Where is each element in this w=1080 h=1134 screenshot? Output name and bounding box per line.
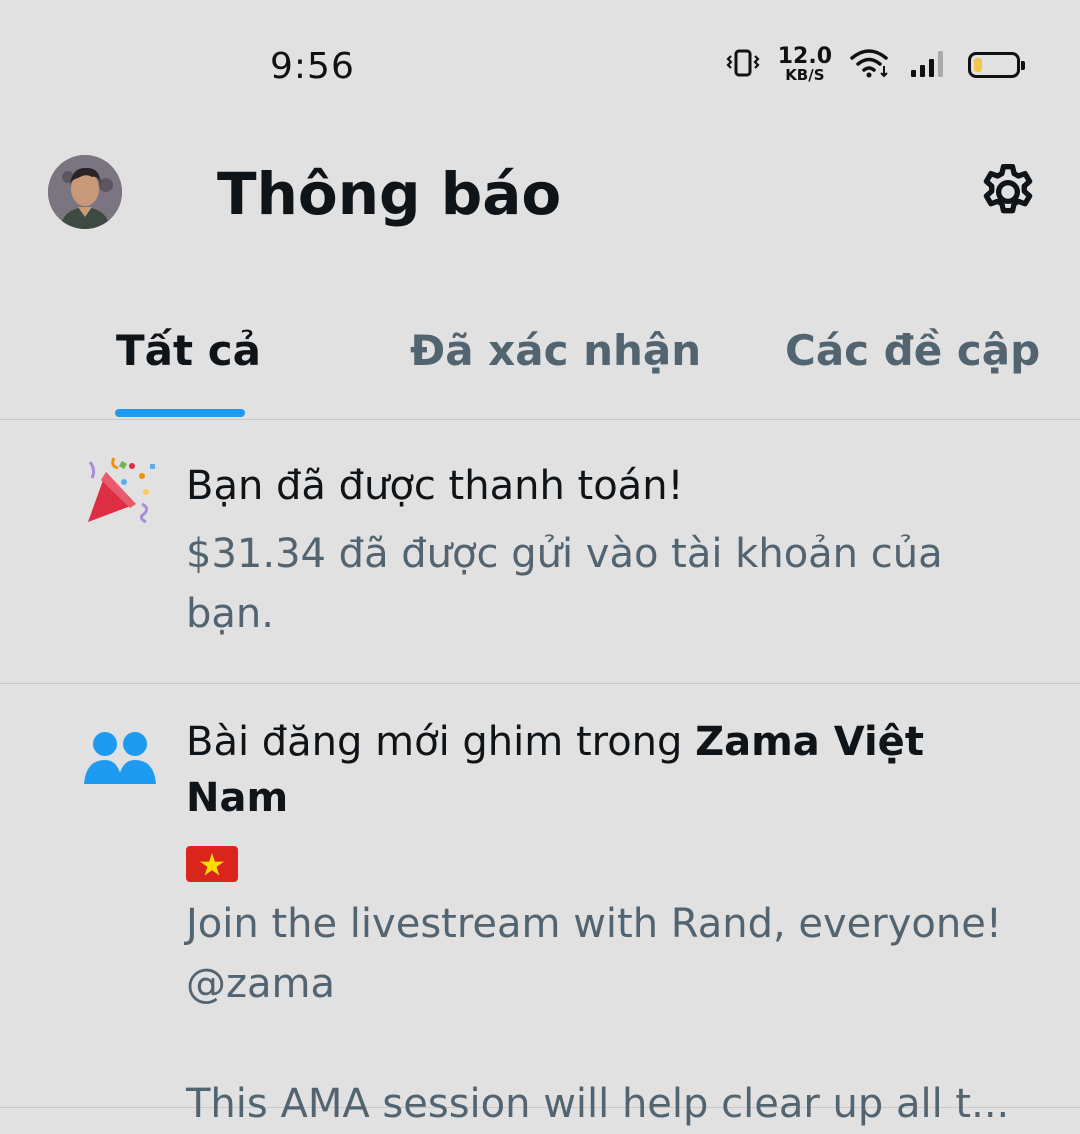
notification-body: Bài đăng mới ghim trong Zama Việt Nam Jo… — [186, 714, 1030, 1134]
avatar[interactable] — [48, 155, 122, 229]
notification-title: Bạn đã được thanh toán! — [186, 463, 684, 509]
page-title: Thông báo — [217, 160, 562, 228]
net-speed-unit: KB/S — [785, 66, 825, 84]
net-speed: 12.0 KB/S — [778, 46, 832, 83]
mention-link: @zama — [186, 961, 335, 1007]
party-popper-icon — [84, 456, 156, 528]
notification-text-line: This AMA session will help clear up all … — [186, 1081, 1010, 1127]
battery-icon — [968, 51, 1025, 78]
gear-icon — [983, 164, 1033, 214]
signal-icon — [910, 48, 950, 82]
net-speed-value: 12.0 — [777, 44, 832, 69]
tab-all[interactable]: Tất cả — [116, 326, 261, 375]
app-header: Thông báo — [0, 140, 1080, 250]
notification-text: Join the livestream with Rand, everyone!… — [186, 894, 1030, 1134]
notification-item[interactable]: Bài đăng mới ghim trong Zama Việt Nam Jo… — [0, 684, 1080, 1127]
community-icon — [84, 724, 156, 796]
active-tab-indicator — [115, 409, 245, 417]
tab-bar: Tất cả Đã xác nhận Các đề cập — [0, 300, 1080, 420]
battery-level — [974, 57, 982, 72]
settings-button[interactable] — [974, 158, 1042, 226]
status-time: 9:56 — [270, 46, 355, 87]
notification-title: Bài đăng mới ghim trong Zama Việt Nam — [186, 714, 1030, 882]
status-bar: 9:56 12.0 KB/S — [0, 0, 1080, 140]
wifi-icon — [850, 47, 892, 83]
tab-mentions[interactable]: Các đề cập — [785, 326, 1040, 375]
notification-text: $31.34 đã được gửi vào tài khoản của bạn… — [186, 531, 943, 637]
notification-title-prefix: Bài đăng mới ghim trong — [186, 719, 696, 765]
notification-body: Bạn đã được thanh toán! $31.34 đã được g… — [186, 458, 1030, 644]
notification-text-spacer — [186, 1014, 1030, 1074]
notification-item[interactable]: Bạn đã được thanh toán! $31.34 đã được g… — [0, 420, 1080, 684]
notification-text-line: Join the livestream with Rand, everyone! — [186, 901, 1002, 947]
tab-verified[interactable]: Đã xác nhận — [410, 326, 701, 375]
vibrate-icon — [726, 48, 760, 82]
vietnam-flag-icon — [186, 841, 238, 882]
status-icons: 12.0 KB/S — [726, 46, 1025, 83]
